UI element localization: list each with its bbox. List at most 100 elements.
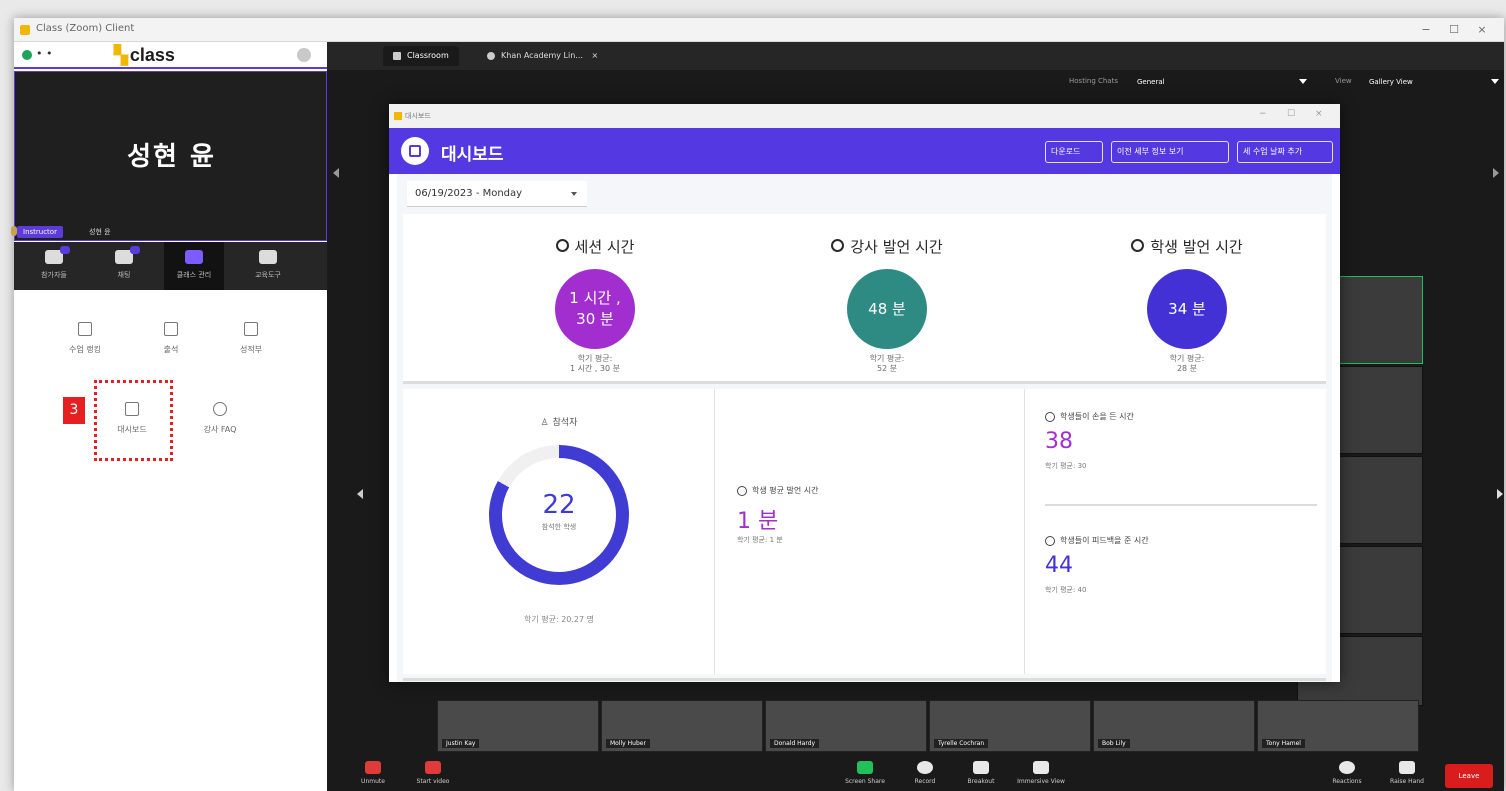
participants-badge bbox=[60, 246, 70, 254]
control-label: Immersive View bbox=[1017, 778, 1065, 785]
role-tag-name: 성현 윤 bbox=[89, 228, 111, 236]
minimize-button[interactable]: − bbox=[1414, 21, 1438, 39]
stat-title-text: 세션 시간 bbox=[574, 238, 635, 256]
more-dots[interactable]: • • bbox=[36, 47, 52, 60]
hosting-caret-icon bbox=[1299, 79, 1307, 84]
tab-participants[interactable]: 참가자들 bbox=[24, 242, 84, 290]
tab-label: 교육도구 bbox=[255, 271, 281, 279]
leave-button[interactable]: Leave bbox=[1445, 764, 1493, 788]
instructor-speaking-average: 학기 평균: 52 분 bbox=[869, 354, 905, 373]
app-icon bbox=[20, 25, 30, 35]
dashboard-icon-inner bbox=[409, 145, 421, 157]
participant-tile: Tyrelle Cochran bbox=[929, 700, 1091, 752]
breakout-button[interactable]: Breakout bbox=[951, 761, 1011, 785]
menu-label: 수업 랭킹 bbox=[69, 345, 101, 354]
timer-icon bbox=[737, 485, 747, 496]
minimize-button[interactable]: − bbox=[1259, 109, 1267, 119]
control-label: Reactions bbox=[1332, 778, 1362, 785]
download-button[interactable]: 다운로드 bbox=[1045, 141, 1103, 163]
participant-strip: Justin Kay Molly Huber Donald Hardy Tyre… bbox=[427, 700, 1419, 752]
tab-khan-academy[interactable]: Khan Academy Lin... × bbox=[477, 46, 608, 66]
screen-share-icon bbox=[857, 761, 873, 774]
add-class-date-button[interactable]: 세 수업 날짜 추가 bbox=[1237, 141, 1333, 163]
attendance-count: 22 bbox=[542, 490, 576, 520]
hosting-chats-select[interactable]: General bbox=[1133, 75, 1293, 89]
view-caret-icon bbox=[1491, 79, 1499, 84]
close-button[interactable]: × bbox=[1470, 21, 1494, 39]
unmute-button[interactable]: Unmute bbox=[343, 761, 403, 785]
stat-title: 세션 시간 bbox=[475, 236, 715, 257]
menu-gradebook[interactable]: 성적부 bbox=[216, 322, 286, 355]
class-logo: ▚ class bbox=[114, 45, 175, 66]
dashboard-title: 대시보드 bbox=[441, 145, 504, 165]
feedback-title: 학생들이 피드백을 준 시간 bbox=[1045, 535, 1149, 546]
engagement-panel: ♙ 참석자 22 참석한 학생 학기 평균: 20.27 명 학생 평균 발언 시… bbox=[403, 389, 1326, 674]
attendance-title: ♙ 참석자 bbox=[403, 415, 715, 428]
maximize-button[interactable]: ☐ bbox=[1442, 21, 1466, 39]
user-name: 성현 윤 bbox=[127, 142, 216, 172]
participant-name: Donald Hardy bbox=[770, 739, 820, 748]
tab-chat[interactable]: 채팅 bbox=[94, 242, 154, 290]
mic-off-icon bbox=[365, 761, 381, 774]
start-video-button[interactable]: Start video bbox=[403, 761, 463, 785]
collapse-right-icon[interactable] bbox=[1493, 168, 1499, 178]
hand-icon bbox=[1045, 411, 1055, 422]
participant-tile: Bob Lily bbox=[1093, 700, 1255, 752]
hand-raise-title: 학생들이 손을 든 시간 bbox=[1045, 411, 1134, 422]
close-button[interactable]: × bbox=[1315, 109, 1323, 119]
globe-icon bbox=[487, 51, 495, 60]
tab-class-management[interactable]: 클래스 관리 bbox=[164, 242, 224, 290]
participant-tile: Tony Hamel bbox=[1257, 700, 1419, 752]
student-speaking-stat: 학생 발언 시간 34 분 학기 평균: 28 분 bbox=[1067, 236, 1307, 374]
avg-speaking-value: 1 분 bbox=[737, 509, 779, 534]
instructor-icon bbox=[831, 239, 845, 252]
class-sidebar: • • ▚ class 성현 윤 Instructor 성현 윤 참가자들 채팅 … bbox=[11, 42, 327, 791]
tab-classroom[interactable]: Classroom bbox=[383, 46, 459, 66]
meeting-tabbar: Classroom Khan Academy Lin... × bbox=[327, 42, 1504, 70]
screenshot-root: Class (Zoom) Client − ☐ × • • ▚ class 성현 … bbox=[0, 0, 1506, 791]
view-label: View bbox=[1335, 77, 1352, 85]
view-select[interactable]: Gallery View bbox=[1365, 75, 1485, 89]
raise-hand-button[interactable]: Raise Hand bbox=[1377, 761, 1437, 785]
collapse-left-icon[interactable] bbox=[333, 168, 339, 178]
shield-icon bbox=[22, 50, 32, 60]
tab-teaching-tools[interactable]: 교육도구 bbox=[238, 242, 298, 290]
menu-attendance[interactable]: 출석 bbox=[136, 322, 206, 355]
sidebar-tabs: 참가자들 채팅 클래스 관리 교육도구 bbox=[14, 242, 327, 290]
settings-icon[interactable] bbox=[297, 48, 311, 62]
tab-close-icon[interactable]: × bbox=[591, 51, 598, 60]
avg-speaking-title: 학생 평균 발언 시간 bbox=[737, 485, 819, 496]
dashboard-window: 대시보드 − ☐ × 대시보드 다운로드 이전 세부 정보 보기 세 수업 날짜… bbox=[389, 104, 1340, 682]
menu-label: 성적부 bbox=[239, 345, 263, 354]
next-page-icon[interactable] bbox=[1497, 489, 1503, 499]
hand-raise-value: 38 bbox=[1045, 429, 1073, 454]
menu-instructor-faq[interactable]: 강사 FAQ bbox=[185, 402, 255, 435]
dashboard-highlight-box bbox=[94, 380, 173, 461]
session-time-circle: 1 시간 , 30 분 bbox=[555, 269, 635, 349]
control-label: Record bbox=[914, 778, 936, 785]
reactions-button[interactable]: Reactions bbox=[1317, 761, 1377, 785]
tab-label: 클래스 관리 bbox=[176, 271, 212, 279]
immersive-view-button[interactable]: Immersive View bbox=[1011, 761, 1071, 785]
tab-khan-label: Khan Academy Lin... bbox=[501, 51, 583, 60]
faq-icon bbox=[213, 402, 227, 416]
feedback-title-text: 학생들이 피드백을 준 시간 bbox=[1060, 536, 1149, 545]
maximize-button[interactable]: ☐ bbox=[1287, 109, 1295, 119]
thumbs-up-icon bbox=[1045, 535, 1055, 546]
date-select[interactable]: 06/19/2023 - Monday bbox=[407, 181, 587, 207]
time-stats-panel: 세션 시간 1 시간 , 30 분 학기 평균: 1 시간 , 30 분 강사 … bbox=[403, 214, 1326, 384]
feedback-average: 학기 평균: 40 bbox=[1045, 586, 1087, 594]
chevron-down-icon bbox=[571, 192, 577, 196]
screen-share-button[interactable]: Screen Share bbox=[835, 761, 895, 785]
class-logo-text: class bbox=[129, 45, 175, 65]
record-button[interactable]: Record bbox=[895, 761, 955, 785]
previous-details-button[interactable]: 이전 세부 정보 보기 bbox=[1111, 141, 1229, 163]
tab-classroom-label: Classroom bbox=[407, 51, 449, 60]
prev-page-icon[interactable] bbox=[357, 489, 363, 499]
menu-class-ranking[interactable]: 수업 랭킹 bbox=[50, 322, 120, 355]
control-label: Raise Hand bbox=[1390, 778, 1424, 785]
gradebook-icon bbox=[244, 322, 258, 336]
record-icon bbox=[917, 761, 933, 774]
participant-name: Justin Kay bbox=[442, 739, 480, 748]
classroom-icon bbox=[393, 51, 401, 60]
